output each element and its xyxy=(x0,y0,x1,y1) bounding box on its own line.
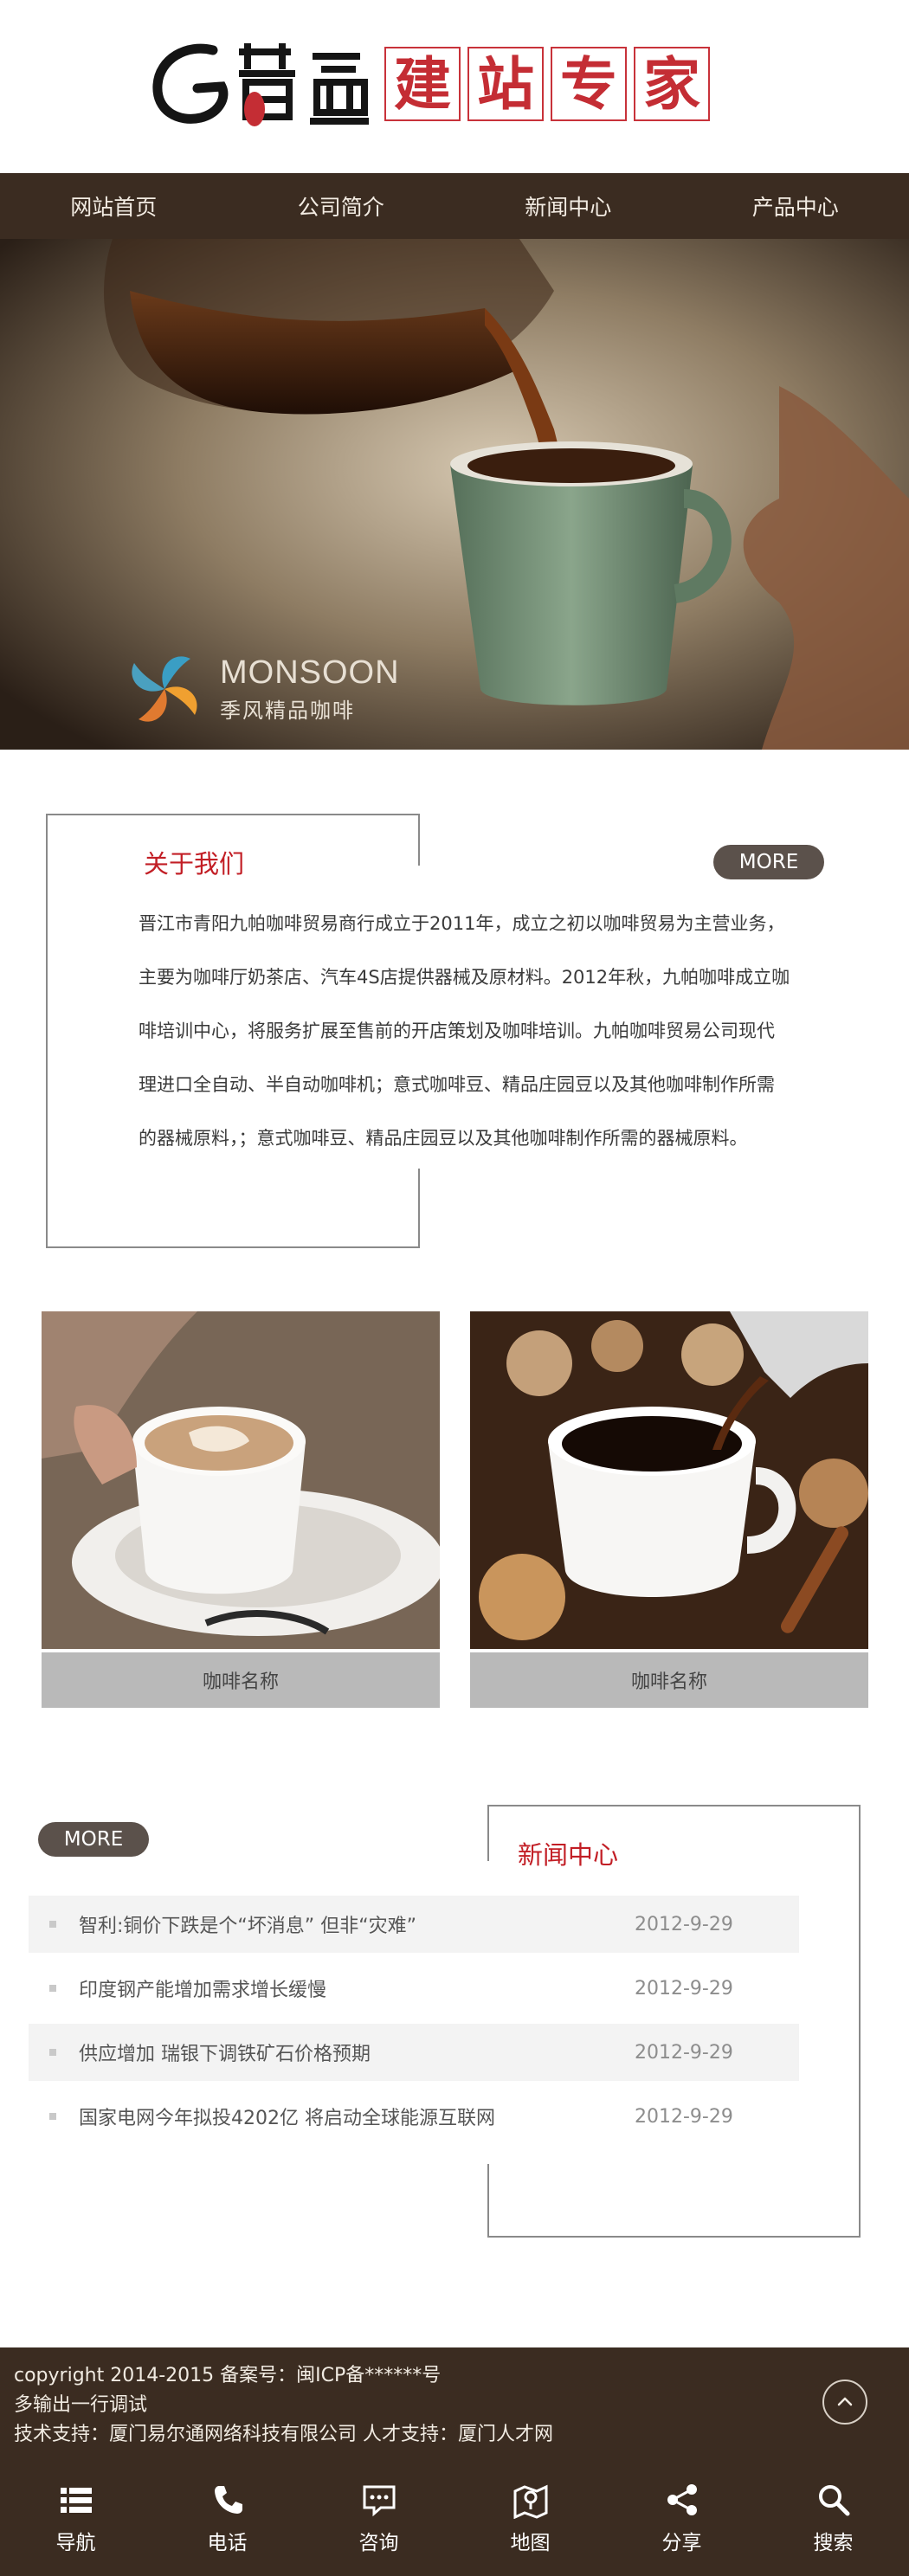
search-icon xyxy=(818,2485,849,2516)
back-to-top-button[interactable] xyxy=(822,2380,867,2425)
news-headline[interactable]: 印度钢产能增加需求增长缓慢 xyxy=(79,1974,635,2002)
brand-name: MONSOON xyxy=(220,654,400,691)
toolbar-label: 导航 xyxy=(55,2532,96,2554)
product-caption[interactable]: 咖啡名称 xyxy=(470,1652,868,1708)
main-nav: 网站首页 公司简介 新闻中心 产品中心 xyxy=(0,173,909,239)
news-date: 2012-9-29 xyxy=(635,2041,733,2064)
bullet-icon xyxy=(49,1921,56,1928)
hero-banner[interactable]: MONSOON 季风精品咖啡 xyxy=(0,239,909,750)
toolbar-search-button[interactable]: 搜索 xyxy=(758,2460,909,2576)
toolbar-label: 地图 xyxy=(510,2532,551,2554)
news-date: 2012-9-29 xyxy=(635,2105,733,2128)
toolbar-nav-button[interactable]: 导航 xyxy=(0,2460,152,2576)
footer: copyright 2014-2015 备案号：闽ICP备******号 多输出… xyxy=(0,2347,909,2460)
toolbar-label: 搜索 xyxy=(813,2532,854,2554)
about-title: 关于我们 xyxy=(144,849,245,879)
news-more-button[interactable]: MORE xyxy=(38,1822,149,1857)
coffee-pour-illustration xyxy=(0,239,909,750)
nav-item-products[interactable]: 产品中心 xyxy=(682,173,909,239)
about-more-button[interactable]: MORE xyxy=(713,845,824,879)
logo-tile: 建 xyxy=(384,47,461,121)
toolbar-phone-button[interactable]: 电话 xyxy=(152,2460,303,2576)
news-item[interactable]: 供应增加 瑞银下调铁矿石价格预期 2012-9-29 xyxy=(29,2024,799,2081)
nav-item-home[interactable]: 网站首页 xyxy=(0,173,228,239)
news-headline[interactable]: 国家电网今年拟投4202亿 将启动全球能源互联网 xyxy=(79,2103,635,2130)
footer-debug-line: 多输出一行调试 xyxy=(14,2394,148,2416)
product-caption[interactable]: 咖啡名称 xyxy=(42,1652,440,1708)
logo-text-tiles: 建 站 专 家 xyxy=(384,47,717,121)
about-line: 的器械原料，；意式咖啡豆、精品庄园豆以及其他咖啡制作所需的器械原料。 xyxy=(139,1128,748,1149)
toolbar-map-button[interactable]: 地图 xyxy=(455,2460,606,2576)
list-icon xyxy=(60,2488,92,2513)
calligraphy-logo-mark xyxy=(152,43,369,126)
footer-support: 技术支持：厦门易尔通网络科技有限公司 人才支持：厦门人才网 xyxy=(14,2424,553,2445)
product-card[interactable]: 咖啡名称 xyxy=(470,1311,868,1708)
header: 建 站 专 家 xyxy=(0,0,909,173)
toolbar-chat-button[interactable]: 咨询 xyxy=(303,2460,455,2576)
bullet-icon xyxy=(49,1985,56,1992)
nav-item-about[interactable]: 公司简介 xyxy=(228,173,455,239)
toolbar-share-button[interactable]: 分享 xyxy=(606,2460,758,2576)
brand-subtitle: 季风精品咖啡 xyxy=(220,699,355,723)
news-item[interactable]: 国家电网今年拟投4202亿 将启动全球能源互联网 2012-9-29 xyxy=(29,2088,799,2145)
chevron-up-icon xyxy=(837,2397,853,2406)
news-list: 智利:铜价下跌是个“坏消息” 但非“灾难” 2012-9-29 印度钢产能增加需… xyxy=(29,1896,799,2152)
bullet-icon xyxy=(49,2113,56,2120)
logo-tile: 家 xyxy=(634,47,710,121)
product-image-latte[interactable] xyxy=(42,1311,440,1649)
news-headline[interactable]: 供应增加 瑞银下调铁矿石价格预期 xyxy=(79,2038,635,2066)
footer-copyright: copyright 2014-2015 备案号：闽ICP备******号 xyxy=(14,2365,442,2386)
logo-tile: 专 xyxy=(551,47,627,121)
chat-icon xyxy=(363,2485,395,2517)
nav-item-news[interactable]: 新闻中心 xyxy=(455,173,682,239)
bullet-icon xyxy=(49,2049,56,2056)
about-line: 理进口全自动、半自动咖啡机；意式咖啡豆、精品庄园豆以及其他咖啡制作所需 xyxy=(139,1074,775,1095)
about-text: 晋江市青阳九帕咖啡贸易商行成立于2011年，成立之初以咖啡贸易为主营业务， 主要… xyxy=(139,897,848,1165)
share-icon xyxy=(667,2484,697,2515)
toolbar-label: 咨询 xyxy=(358,2532,399,2554)
about-line: 主要为咖啡厅奶茶店、汽车4S店提供器械及原材料。2012年秋，九帕咖啡成立咖 xyxy=(139,967,790,988)
site-logo[interactable]: 建 站 专 家 xyxy=(152,35,710,132)
about-line: 晋江市青阳九帕咖啡贸易商行成立于2011年，成立之初以咖啡贸易为主营业务， xyxy=(139,913,785,934)
news-headline[interactable]: 智利:铜价下跌是个“坏消息” 但非“灾难” xyxy=(79,1910,635,1938)
product-card[interactable]: 咖啡名称 xyxy=(42,1311,440,1708)
about-line: 啡培训中心，将服务扩展至售前的开店策划及咖啡培训。九帕咖啡贸易公司现代 xyxy=(139,1021,775,1041)
news-date: 2012-9-29 xyxy=(635,1913,733,1935)
logo-tile: 站 xyxy=(467,47,544,121)
phone-icon xyxy=(214,2486,242,2514)
toolbar-label: 电话 xyxy=(207,2532,248,2554)
map-icon xyxy=(513,2484,547,2519)
bottom-toolbar: 导航 电话 咨询 地图 分享 搜索 xyxy=(0,2460,909,2576)
product-image-black-coffee[interactable] xyxy=(470,1311,868,1649)
news-item[interactable]: 智利:铜价下跌是个“坏消息” 但非“灾难” 2012-9-29 xyxy=(29,1896,799,1953)
toolbar-label: 分享 xyxy=(661,2532,702,2554)
banner-brand: MONSOON 季风精品咖啡 xyxy=(220,654,400,724)
news-title: 新闻中心 xyxy=(518,1840,619,1870)
news-item[interactable]: 印度钢产能增加需求增长缓慢 2012-9-29 xyxy=(29,1960,799,2017)
news-date: 2012-9-29 xyxy=(635,1977,733,2000)
